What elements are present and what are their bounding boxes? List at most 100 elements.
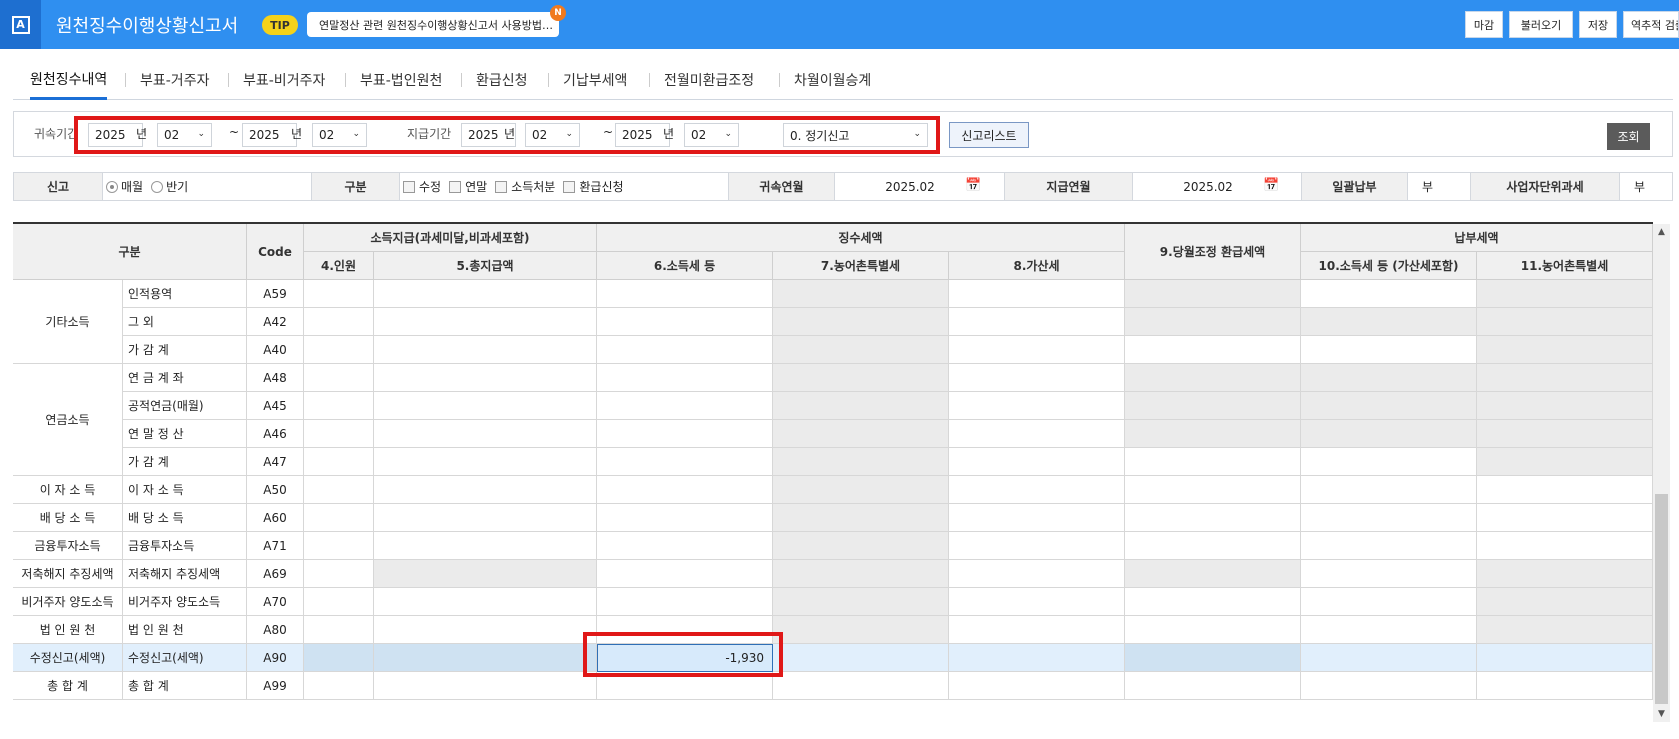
cell-c5[interactable] xyxy=(374,588,597,616)
cell-c5[interactable] xyxy=(374,364,597,392)
cell-c5[interactable] xyxy=(374,672,597,700)
cell-c8[interactable] xyxy=(949,672,1125,700)
cell-c7[interactable] xyxy=(773,392,949,420)
report-list-button[interactable]: 신고리스트 xyxy=(949,122,1029,148)
cell-c10[interactable] xyxy=(1301,532,1477,560)
cell-c6[interactable] xyxy=(597,308,773,336)
cell-c9[interactable] xyxy=(1125,560,1301,588)
cell-c11[interactable] xyxy=(1477,616,1653,644)
cell-c7[interactable] xyxy=(773,364,949,392)
cell-c9[interactable] xyxy=(1125,588,1301,616)
monthly-radio[interactable]: 매월 xyxy=(106,178,143,195)
cell-c6[interactable] xyxy=(597,588,773,616)
cell-c4[interactable] xyxy=(304,476,374,504)
cell-c8[interactable] xyxy=(949,588,1125,616)
cell-c5[interactable] xyxy=(374,336,597,364)
pay-month-value[interactable]: 2025.02 xyxy=(1133,173,1283,200)
cell-c7[interactable] xyxy=(773,644,949,672)
cell-c11[interactable] xyxy=(1477,336,1653,364)
cell-c9[interactable] xyxy=(1125,420,1301,448)
cell-c8[interactable] xyxy=(949,532,1125,560)
cell-c8[interactable] xyxy=(949,476,1125,504)
cell-c9[interactable] xyxy=(1125,280,1301,308)
cell-c5[interactable] xyxy=(374,420,597,448)
cell-c5[interactable] xyxy=(374,504,597,532)
cell-c8[interactable] xyxy=(949,420,1125,448)
cell-c7[interactable] xyxy=(773,336,949,364)
scroll-thumb[interactable] xyxy=(1655,494,1668,704)
cell-c4[interactable] xyxy=(304,308,374,336)
calendar-icon[interactable]: 📅 xyxy=(1263,178,1279,193)
cell-c10[interactable] xyxy=(1301,448,1477,476)
reverse-trace-button[interactable]: 역추적 검출 xyxy=(1623,11,1679,38)
cell-c7[interactable] xyxy=(773,476,949,504)
cell-c10[interactable] xyxy=(1301,364,1477,392)
cell-c5[interactable] xyxy=(374,616,597,644)
cell-c5[interactable] xyxy=(374,560,597,588)
cell-c8[interactable] xyxy=(949,644,1125,672)
cell-c6[interactable] xyxy=(597,280,773,308)
cell-c11[interactable] xyxy=(1477,672,1653,700)
load-button[interactable]: 불러오기 xyxy=(1509,11,1573,38)
cell-c8[interactable] xyxy=(949,504,1125,532)
cell-c6[interactable] xyxy=(597,504,773,532)
cell-c4[interactable] xyxy=(304,364,374,392)
cell-c10[interactable] xyxy=(1301,560,1477,588)
scroll-down-icon[interactable]: ▼ xyxy=(1653,706,1670,722)
cell-c5[interactable] xyxy=(374,644,597,672)
cell-c10[interactable] xyxy=(1301,420,1477,448)
cell-c8[interactable] xyxy=(949,280,1125,308)
cell-c4[interactable] xyxy=(304,616,374,644)
cell-c11[interactable] xyxy=(1477,532,1653,560)
cell-c11[interactable] xyxy=(1477,476,1653,504)
cell-c5[interactable] xyxy=(374,280,597,308)
bulk-payment-value[interactable]: 부 xyxy=(1408,173,1470,200)
cell-c11[interactable] xyxy=(1477,560,1653,588)
cell-c7[interactable] xyxy=(773,280,949,308)
cell-c11[interactable] xyxy=(1477,588,1653,616)
tab-withholding-details[interactable]: 원천징수내역 xyxy=(30,60,108,100)
cell-c4[interactable] xyxy=(304,588,374,616)
cell-c9[interactable] xyxy=(1125,644,1301,672)
amend-checkbox[interactable]: 수정 xyxy=(403,178,441,195)
cell-c4[interactable] xyxy=(304,504,374,532)
cell-c10[interactable] xyxy=(1301,336,1477,364)
cell-c7[interactable] xyxy=(773,308,949,336)
cell-c10[interactable] xyxy=(1301,588,1477,616)
cell-c4[interactable] xyxy=(304,672,374,700)
cell-c8[interactable] xyxy=(949,448,1125,476)
cell-c10[interactable] xyxy=(1301,644,1477,672)
tip-message[interactable]: 연말정산 관련 원천징수이행상황신고서 사용방법… xyxy=(307,12,559,37)
tab-next-month-carryover[interactable]: 차월이월승계 xyxy=(794,60,871,100)
cell-c8[interactable] xyxy=(949,560,1125,588)
cell-c9[interactable] xyxy=(1125,504,1301,532)
cell-c8[interactable] xyxy=(949,336,1125,364)
tab-prepaid-tax[interactable]: 기납부세액 xyxy=(563,60,627,100)
cell-c9[interactable] xyxy=(1125,616,1301,644)
tab-prev-month-refund[interactable]: 전월미환급조정 xyxy=(664,60,754,100)
cell-c10[interactable] xyxy=(1301,672,1477,700)
cell-c10[interactable] xyxy=(1301,476,1477,504)
cell-c11[interactable] xyxy=(1477,644,1653,672)
tab-refund-request[interactable]: 환급신청 xyxy=(476,60,528,100)
cell-c4[interactable] xyxy=(304,532,374,560)
cell-c6[interactable] xyxy=(597,336,773,364)
belong-month-value[interactable]: 2025.02 xyxy=(835,173,985,200)
cell-c9[interactable] xyxy=(1125,392,1301,420)
cell-c11[interactable] xyxy=(1477,308,1653,336)
cell-c8[interactable] xyxy=(949,392,1125,420)
cell-c4[interactable] xyxy=(304,644,374,672)
cell-c10[interactable] xyxy=(1301,616,1477,644)
tab-corporate-annex[interactable]: 부표-법인원천 xyxy=(360,60,442,100)
search-button[interactable]: 조회 xyxy=(1607,123,1650,150)
cell-c5[interactable] xyxy=(374,308,597,336)
cell-c11[interactable] xyxy=(1477,364,1653,392)
cell-c8[interactable] xyxy=(949,364,1125,392)
cell-c10[interactable] xyxy=(1301,308,1477,336)
cell-c11[interactable] xyxy=(1477,504,1653,532)
cell-c7[interactable] xyxy=(773,532,949,560)
cell-c9[interactable] xyxy=(1125,672,1301,700)
cell-c5[interactable] xyxy=(374,448,597,476)
cell-c7[interactable] xyxy=(773,448,949,476)
cell-c6[interactable] xyxy=(597,364,773,392)
